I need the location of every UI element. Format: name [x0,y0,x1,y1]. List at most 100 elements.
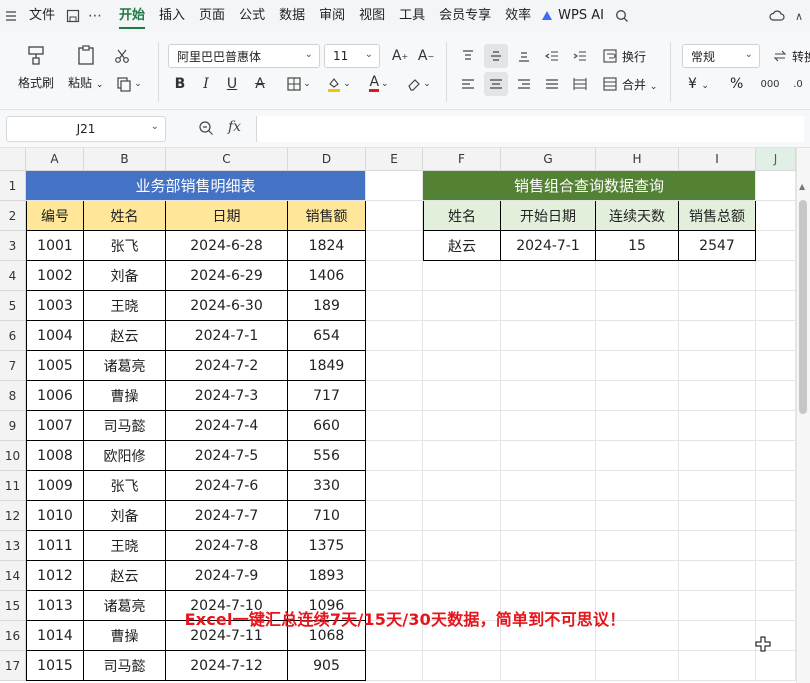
row-header[interactable]: 4 [0,261,26,291]
query-header-cell[interactable]: 连续天数 [596,201,679,231]
detail-data-cell[interactable]: 1849 [288,351,366,381]
detail-data-cell[interactable]: 1406 [288,261,366,291]
detail-data-cell[interactable]: 1009 [26,471,84,501]
detail-data-cell[interactable]: 1015 [26,651,84,681]
tab-home[interactable]: 开始 [112,0,152,32]
menu-file[interactable]: 文件 [22,0,62,32]
grid-cell[interactable] [596,471,679,501]
grid-cell[interactable] [596,321,679,351]
convert-label[interactable]: 转换 [792,48,810,65]
grid-cell[interactable] [596,501,679,531]
detail-data-cell[interactable]: 司马懿 [84,651,166,681]
grid-cell[interactable] [756,231,796,261]
detail-data-cell[interactable]: 2024-7-5 [166,441,288,471]
grid-cell[interactable] [423,291,501,321]
grid-cell[interactable] [366,381,423,411]
col-header-b[interactable]: B [84,148,166,171]
grid-cell[interactable] [501,351,596,381]
tab-view[interactable]: 视图 [352,0,392,32]
detail-data-cell[interactable]: 189 [288,291,366,321]
detail-data-cell[interactable]: 2024-7-7 [166,501,288,531]
grid-cell[interactable] [423,651,501,681]
detail-data-cell[interactable]: 2024-7-12 [166,651,288,681]
grid-cell[interactable] [423,261,501,291]
detail-data-cell[interactable]: 刘备 [84,261,166,291]
more-icon[interactable]: ⋯ [84,0,106,32]
grid-cell[interactable] [366,231,423,261]
row-header[interactable]: 9 [0,411,26,441]
tab-review[interactable]: 审阅 [312,0,352,32]
scrollbar-thumb[interactable] [799,200,807,414]
detail-data-cell[interactable]: 王晓 [84,291,166,321]
grid-cell[interactable] [423,531,501,561]
detail-header-cell[interactable]: 编号 [26,201,84,231]
tab-data[interactable]: 数据 [272,0,312,32]
scroll-up-icon[interactable]: ▲ [799,182,805,191]
wrap-text-label[interactable]: 换行 [622,48,646,65]
detail-header-cell[interactable]: 日期 [166,201,288,231]
query-header-cell[interactable]: 开始日期 [501,201,596,231]
select-all-corner[interactable] [0,148,26,171]
grid-cell[interactable] [501,531,596,561]
row-header[interactable]: 5 [0,291,26,321]
align-right-icon[interactable] [512,72,536,96]
detail-data-cell[interactable]: 2024-7-3 [166,381,288,411]
tab-page[interactable]: 页面 [192,0,232,32]
align-left-icon[interactable] [456,72,480,96]
fill-color-icon[interactable]: ⌄ [322,72,356,96]
detail-data-cell[interactable]: 张飞 [84,471,166,501]
grid-cell[interactable] [501,411,596,441]
indent-decrease-icon[interactable] [540,44,564,68]
grid-cell[interactable] [756,501,796,531]
detail-data-cell[interactable]: 1893 [288,561,366,591]
justify-icon[interactable] [540,72,564,96]
grid-cell[interactable] [596,291,679,321]
grid-cell[interactable] [501,441,596,471]
detail-data-cell[interactable]: 2024-6-29 [166,261,288,291]
save-icon[interactable] [62,0,84,32]
font-size-select[interactable]: 11 ⌄ [324,44,380,68]
detail-data-cell[interactable]: 2024-7-6 [166,471,288,501]
grid-cell[interactable] [596,441,679,471]
row-header[interactable]: 1 [0,171,26,201]
detail-data-cell[interactable]: 1824 [288,231,366,261]
grid-cell[interactable] [679,651,756,681]
grid-cell[interactable] [679,441,756,471]
row-header[interactable]: 7 [0,351,26,381]
grid-cell[interactable] [756,471,796,501]
grid-cell[interactable] [596,351,679,381]
underline-icon[interactable]: U [220,72,244,96]
align-top-icon[interactable] [456,44,480,68]
row-header[interactable]: 14 [0,561,26,591]
row-header[interactable]: 12 [0,501,26,531]
detail-data-cell[interactable]: 赵云 [84,321,166,351]
grid-cell[interactable] [501,471,596,501]
tab-efficiency[interactable]: 效率 [498,0,538,32]
col-header-c[interactable]: C [166,148,288,171]
grid-cell[interactable] [596,261,679,291]
bold-icon[interactable]: B [168,72,192,96]
thousands-separator-icon[interactable]: 000 [758,72,782,96]
strikethrough-icon[interactable]: A [248,72,272,96]
grid-cell[interactable] [366,171,423,201]
detail-data-cell[interactable]: 1004 [26,321,84,351]
detail-data-cell[interactable]: 905 [288,651,366,681]
detail-data-cell[interactable]: 1010 [26,501,84,531]
grid-cell[interactable] [423,351,501,381]
grid-cell[interactable] [501,381,596,411]
detail-data-cell[interactable]: 2024-7-8 [166,531,288,561]
col-header-f[interactable]: F [423,148,501,171]
detail-data-cell[interactable]: 1008 [26,441,84,471]
font-color-icon[interactable]: A ⌄ [362,72,396,96]
detail-data-cell[interactable]: 2024-6-30 [166,291,288,321]
detail-data-cell[interactable]: 2024-7-9 [166,561,288,591]
detail-data-cell[interactable]: 1375 [288,531,366,561]
grid-cell[interactable] [596,561,679,591]
grid-cell[interactable] [501,501,596,531]
col-header-g[interactable]: G [501,148,596,171]
detail-data-cell[interactable]: 司马懿 [84,411,166,441]
detail-data-cell[interactable]: 717 [288,381,366,411]
name-box[interactable]: J21 ⌄ [6,116,166,142]
paste-button[interactable]: 粘贴 ⌄ [68,42,103,91]
grid-cell[interactable] [679,291,756,321]
